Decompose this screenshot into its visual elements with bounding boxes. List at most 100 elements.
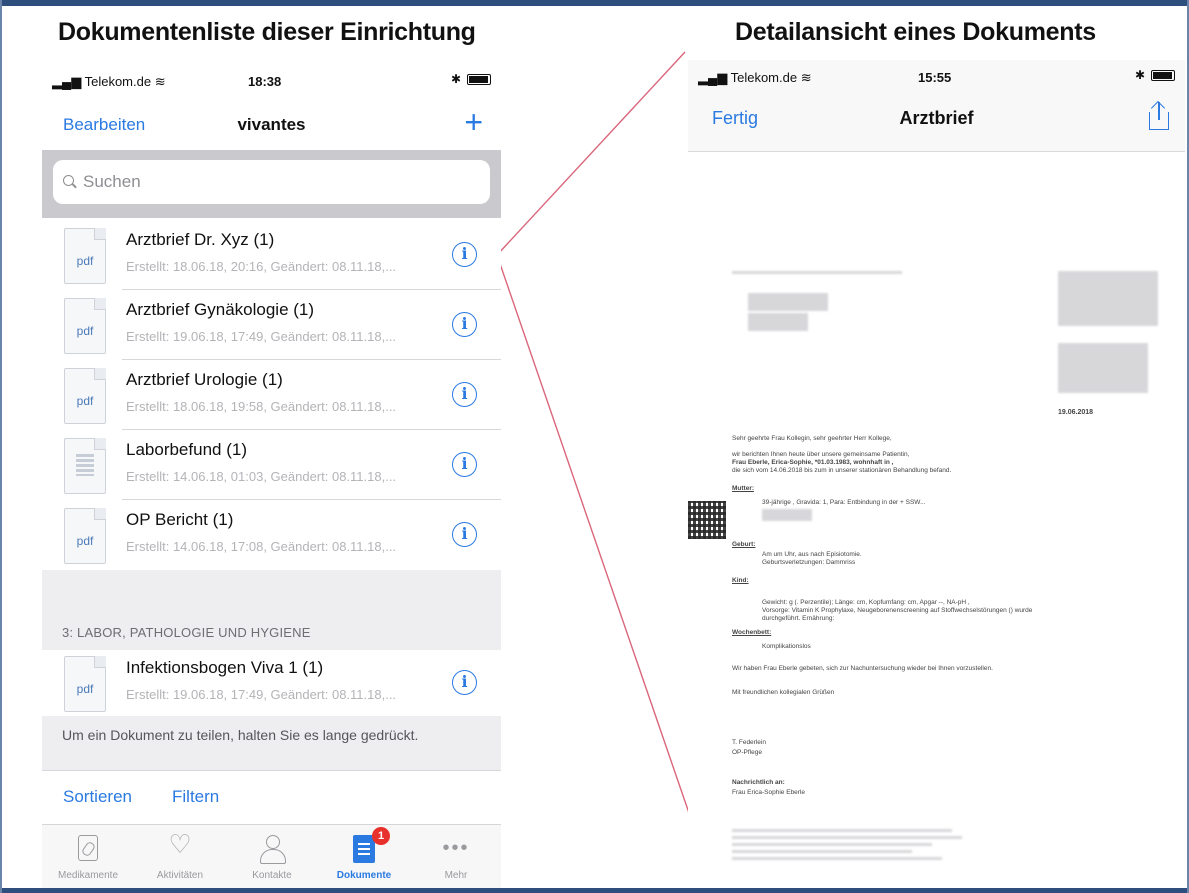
filter-button[interactable]: Filtern bbox=[172, 787, 219, 807]
info-icon[interactable]: i bbox=[452, 452, 477, 477]
document-meta: Erstellt: 14.06.18, 17:08, Geändert: 08.… bbox=[126, 539, 397, 554]
carrier-label: ▂▄▆ Telekom.de ≋ bbox=[698, 70, 812, 85]
letter-child-text-2: Vorsorge: Vitamin K Prophylaxe, Neugebor… bbox=[762, 607, 1033, 614]
file-fold-corner bbox=[94, 508, 106, 520]
tab-label: Kontakte bbox=[252, 870, 292, 881]
info-icon[interactable]: i bbox=[452, 312, 477, 337]
file-type-label: pdf bbox=[76, 254, 94, 268]
document-title: Arztbrief Gynäkologie (1) bbox=[126, 300, 315, 319]
letter-footer-line bbox=[732, 850, 912, 853]
tab-medikamente[interactable]: Medikamente bbox=[42, 825, 134, 888]
file-type-label: pdf bbox=[76, 324, 94, 338]
battery-icon bbox=[467, 73, 491, 85]
letter-birth-label: Geburt: bbox=[732, 541, 756, 548]
redacted-address bbox=[748, 293, 828, 311]
bluetooth-icon: ✱ bbox=[1134, 68, 1145, 82]
letter-document[interactable]: 19.06.2018 Sehr geehrte Frau Kollegin, s… bbox=[688, 153, 1185, 888]
tab-aktivitaeten[interactable]: ♡ Aktivitäten bbox=[134, 825, 226, 888]
letter-footer-line bbox=[732, 836, 962, 839]
share-hint-text: Um ein Dokument zu teilen, halten Sie es… bbox=[42, 716, 501, 770]
letter-birth-text-2: Geburtsverletzungen: Dammriss bbox=[762, 559, 856, 566]
redacted-clinic-info bbox=[1058, 271, 1158, 326]
file-type-label: pdf bbox=[76, 394, 94, 408]
status-icons: ✱ bbox=[1135, 68, 1175, 82]
document-row[interactable]: pdf OP Bericht (1) Erstellt: 14.06.18, 17:… bbox=[42, 500, 501, 570]
document-title: Arztbrief Dr. Xyz (1) bbox=[126, 230, 275, 249]
document-title: Laborbefund (1) bbox=[126, 440, 247, 459]
letter-intro: wir berichten Ihnen heute über unsere ge… bbox=[732, 451, 910, 458]
sort-button[interactable]: Sortieren bbox=[63, 787, 132, 807]
tab-label: Aktivitäten bbox=[156, 870, 204, 881]
section-header: 3: LABOR, PATHOLOGIE UND HYGIENE bbox=[62, 625, 311, 640]
navigation-bar: Bearbeiten vivantes + bbox=[42, 98, 501, 150]
redacted-field bbox=[762, 509, 812, 521]
letter-salutation: Sehr geehrte Frau Kollegin, sehr geehrte… bbox=[732, 435, 892, 442]
document-row[interactable]: pdf Arztbrief Dr. Xyz (1) Erstellt: 18.06.… bbox=[42, 220, 501, 290]
connector-line-top bbox=[496, 51, 686, 256]
tab-kontakte[interactable]: Kontakte bbox=[226, 825, 318, 888]
letter-birth-text: Am um Uhr, aus nach Episiotomie. bbox=[762, 551, 862, 558]
letter-mother-text: 39-jährige , Gravida: 1, Para: Entbindun… bbox=[762, 499, 926, 506]
letter-date: 19.06.2018 bbox=[1058, 409, 1094, 416]
bluetooth-icon: ✱ bbox=[450, 72, 461, 86]
letter-puerperium-text: Komplikationslos bbox=[762, 643, 811, 650]
letter-stay: die sich vom 14.06.2018 bis zum in unser… bbox=[732, 467, 952, 474]
document-row[interactable]: pdf Infektionsbogen Viva 1 (1) Erstellt: 1… bbox=[42, 648, 501, 718]
document-meta: Erstellt: 18.06.18, 19:58, Geändert: 08.… bbox=[126, 399, 397, 414]
tab-label: Mehr bbox=[444, 870, 468, 881]
letter-child-text-3: durchgeführt. Ernährung: bbox=[762, 615, 835, 622]
more-icon: ••• bbox=[442, 837, 470, 859]
info-icon[interactable]: i bbox=[452, 522, 477, 547]
tab-dokumente[interactable]: 1 Dokumente bbox=[318, 825, 410, 888]
document-title: OP Bericht (1) bbox=[126, 510, 234, 529]
connector-line-bottom bbox=[496, 254, 701, 846]
detail-navigation-bar: ▂▄▆ Telekom.de ≋ 15:55 ✱ Fertig Arztbrie… bbox=[688, 60, 1185, 152]
info-icon[interactable]: i bbox=[452, 242, 477, 267]
tab-label: Medikamente bbox=[57, 870, 119, 881]
status-time: 18:38 bbox=[248, 74, 282, 89]
document-title: Infektionsbogen Viva 1 (1) bbox=[126, 658, 324, 677]
document-meta: Erstellt: 18.06.18, 20:16, Geändert: 08.… bbox=[126, 259, 397, 274]
info-icon[interactable]: i bbox=[452, 670, 477, 695]
redacted-contact-info bbox=[1058, 343, 1148, 393]
text-lines-glyph bbox=[76, 454, 94, 476]
status-icons: ✱ bbox=[451, 72, 491, 86]
letter-footer-line bbox=[732, 857, 942, 860]
letter-patient: Frau Eberle, Erica-Sophie, *01.03.1983, … bbox=[732, 459, 894, 466]
file-type-label: pdf bbox=[76, 534, 94, 548]
share-icon[interactable] bbox=[1147, 100, 1171, 132]
status-bar: ▂▄▆ Telekom.de ≋ 18:38 ✱ bbox=[42, 62, 501, 98]
letter-cc-name: Frau Erica-Sophie Eberle bbox=[732, 789, 805, 796]
status-time: 15:55 bbox=[918, 70, 952, 85]
document-detail-screen: ▂▄▆ Telekom.de ≋ 15:55 ✱ Fertig Arztbrie… bbox=[688, 60, 1185, 888]
search-area: Suchen bbox=[42, 150, 501, 218]
document-meta: Erstellt: 19.06.18, 17:49, Geändert: 08.… bbox=[126, 329, 397, 344]
search-input[interactable]: Suchen bbox=[53, 160, 490, 204]
document-meta: Erstellt: 14.06.18, 01:03, Geändert: 08.… bbox=[126, 469, 397, 484]
add-document-button[interactable]: + bbox=[464, 106, 483, 138]
tab-bar: Medikamente ♡ Aktivitäten Kontakte 1 Dok… bbox=[42, 824, 501, 888]
search-icon bbox=[63, 175, 77, 189]
document-list-screen: ▂▄▆ Telekom.de ≋ 18:38 ✱ Bearbeiten viva… bbox=[42, 62, 501, 888]
letter-cc-label: Nachrichtlich an: bbox=[732, 779, 785, 786]
info-icon[interactable]: i bbox=[452, 382, 477, 407]
redacted-address bbox=[748, 313, 808, 331]
document-row[interactable]: pdf Arztbrief Urologie (1) Erstellt: 18.06… bbox=[42, 360, 501, 430]
letter-signer: T. Federlein bbox=[732, 739, 766, 746]
heart-icon: ♡ bbox=[168, 829, 192, 859]
letter-signer-role: OP-Pflege bbox=[732, 749, 762, 756]
letter-puerperium-label: Wochenbett: bbox=[732, 629, 772, 636]
file-fold-corner bbox=[94, 228, 106, 240]
document-row[interactable]: pdf Arztbrief Gynäkologie (1) Erstellt: 19… bbox=[42, 290, 501, 360]
tab-mehr[interactable]: ••• Mehr bbox=[410, 825, 501, 888]
page-title: vivantes bbox=[237, 115, 306, 134]
notification-badge: 1 bbox=[372, 827, 390, 845]
document-row[interactable]: Laborbefund (1) Erstellt: 14.06.18, 01:03… bbox=[42, 430, 501, 500]
document-title: Arztbrief Urologie (1) bbox=[126, 370, 283, 389]
qr-code bbox=[688, 501, 726, 539]
file-fold-corner bbox=[94, 438, 106, 450]
file-fold-corner bbox=[94, 298, 106, 310]
letter-footer-line bbox=[732, 829, 952, 832]
battery-icon bbox=[1151, 69, 1175, 81]
page-title: Arztbrief bbox=[899, 108, 974, 128]
